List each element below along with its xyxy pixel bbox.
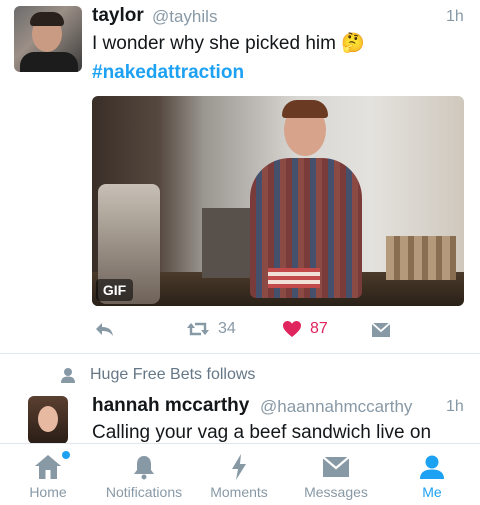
social-context[interactable]: Huge Free Bets follows [60,366,255,384]
tab-bar: Home Notifications Moments Messages Me [0,443,480,505]
tweet-text: I wonder why she picked him 🤔 [92,33,365,54]
tab-label: Home [29,484,67,500]
like-count: 87 [310,320,328,337]
envelope-icon [371,322,391,337]
tab-me[interactable]: Me [412,444,452,505]
lightning-icon [232,454,246,480]
bell-icon [134,456,154,480]
retweet-button[interactable]: 34 [186,320,236,338]
person-icon [420,455,444,479]
tweet-author-name[interactable]: hannah mccarthy [92,395,249,417]
avatar[interactable] [14,6,82,72]
tweet-timestamp: 1h [446,398,464,415]
tweet[interactable]: taylor @tayhils 1h I wonder why she pick… [0,0,480,352]
tab-label: Notifications [105,484,183,500]
tab-label: Moments [210,484,268,500]
tab-label: Messages [304,484,368,500]
heart-icon [283,321,301,337]
reply-icon [96,323,113,336]
tab-moments[interactable]: Moments [206,444,272,505]
hashtag-link[interactable]: #nakedattraction [92,62,244,84]
direct-message-button[interactable] [371,322,391,338]
gif-badge: GIF [96,279,133,301]
retweet-count: 34 [218,320,236,337]
like-button[interactable]: 87 [282,320,328,338]
divider [0,353,480,354]
notification-dot [62,451,70,459]
envelope-icon [322,456,350,477]
tweet-actions: 34 87 [0,318,480,344]
tweet-timestamp: 1h [446,8,464,25]
tweet-author-name[interactable]: taylor [92,5,144,27]
home-icon [35,455,61,479]
avatar[interactable] [28,396,68,444]
tweet-author-handle[interactable]: @haannahmccarthy [260,397,412,417]
retweet-icon [187,322,209,336]
tab-notifications[interactable]: Notifications [100,444,188,505]
tweet-author-handle[interactable]: @tayhils [152,7,217,27]
gif-media[interactable] [92,96,464,306]
person-icon [61,368,75,383]
social-context-text: Huge Free Bets follows [90,366,256,383]
tab-label: Me [422,484,442,500]
tab-messages[interactable]: Messages [300,444,372,505]
tab-home[interactable]: Home [22,444,74,505]
reply-button[interactable] [94,321,114,337]
tweet-text: Calling your vag a beef sandwich live on [92,422,432,443]
